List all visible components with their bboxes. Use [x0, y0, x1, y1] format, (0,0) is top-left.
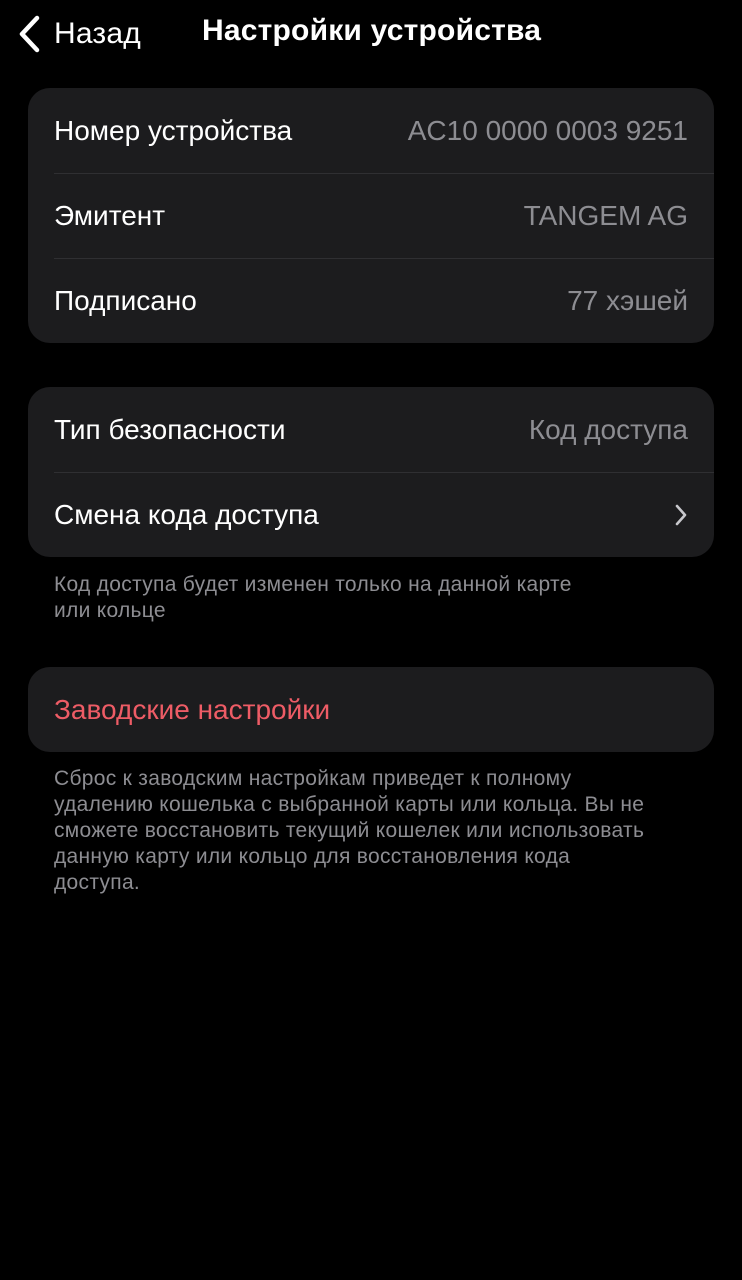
- reset-footnote-line: сможете восстановить текущий кошелек или…: [54, 819, 645, 842]
- navigation-bar: Назад Настройки устройства: [0, 0, 742, 68]
- security-group: Тип безопасности Код доступа Смена кода …: [28, 387, 714, 557]
- factory-reset-footnote: Сброс к заводским настройкам приведет к …: [54, 766, 694, 896]
- factory-reset-label: Заводские настройки: [54, 693, 331, 725]
- issuer-value: TANGEM AG: [523, 199, 688, 231]
- chevron-right-icon: [675, 504, 687, 525]
- back-button-label: Назад: [54, 17, 141, 50]
- device-number-row: Номер устройства AC10 0000 0003 9251: [28, 88, 714, 173]
- reset-footnote-line: данную карту или кольцо для восстановлен…: [54, 845, 571, 868]
- issuer-row: Эмитент TANGEM AG: [28, 173, 714, 258]
- factory-reset-group: Заводские настройки: [28, 667, 714, 752]
- change-access-code-label: Смена кода доступа: [54, 498, 319, 530]
- security-type-value: Код доступа: [528, 413, 688, 445]
- device-number-label: Номер устройства: [54, 114, 293, 146]
- back-button[interactable]: Назад: [18, 12, 141, 56]
- security-footnote-line: Код доступа будет изменен только на данн…: [54, 573, 572, 596]
- signed-row: Подписано 77 хэшей: [28, 258, 714, 343]
- chevron-left-icon: [19, 15, 40, 53]
- reset-footnote-line: удалению кошелька с выбранной карты или …: [54, 793, 645, 816]
- device-info-group: Номер устройства AC10 0000 0003 9251 Эми…: [28, 88, 714, 343]
- security-type-row: Тип безопасности Код доступа: [28, 387, 714, 472]
- page-title: Настройки устройства: [202, 14, 542, 47]
- signed-value: 77 хэшей: [567, 284, 688, 316]
- reset-footnote-line: доступа.: [54, 871, 141, 894]
- security-type-label: Тип безопасности: [54, 413, 286, 445]
- change-access-code-row[interactable]: Смена кода доступа: [28, 472, 714, 557]
- issuer-label: Эмитент: [54, 199, 166, 231]
- signed-label: Подписано: [54, 284, 197, 316]
- device-number-value: AC10 0000 0003 9251: [407, 114, 688, 146]
- factory-reset-button[interactable]: Заводские настройки: [28, 667, 714, 752]
- reset-footnote-line: Сброс к заводским настройкам приведет к …: [54, 767, 572, 790]
- security-footnote-line: или кольце: [54, 599, 166, 622]
- security-footnote: Код доступа будет изменен только на данн…: [54, 572, 694, 624]
